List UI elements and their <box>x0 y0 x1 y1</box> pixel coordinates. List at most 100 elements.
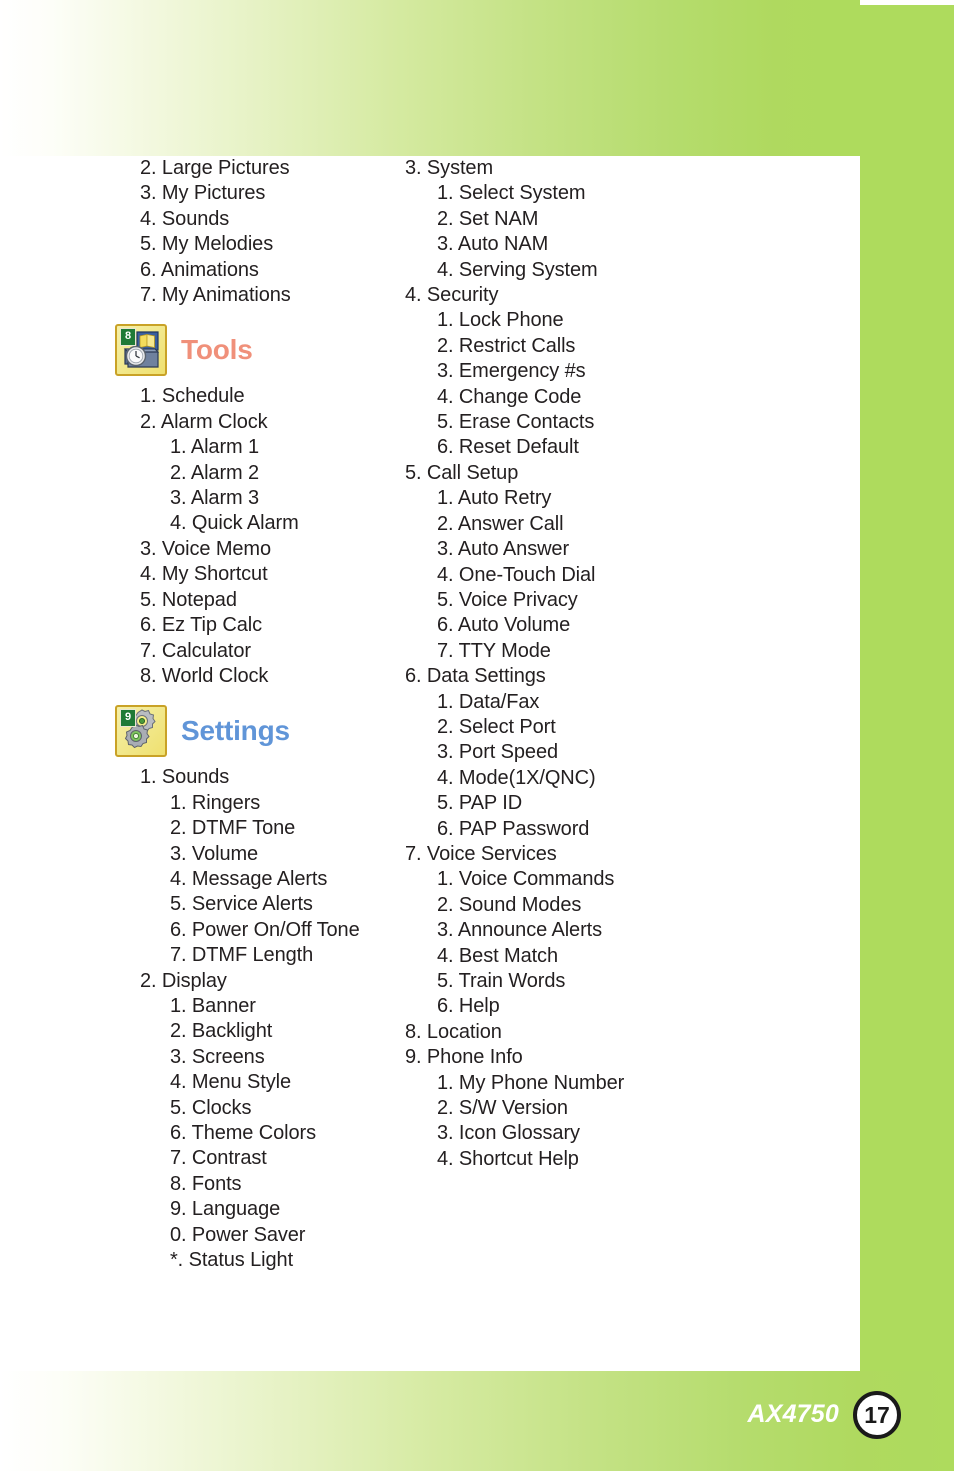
menu-item: 4. One-Touch Dial <box>437 563 596 586</box>
settings-menu-list-continued: 3. System 1. Select System 2. Set NAM 3. Au… <box>405 156 795 1172</box>
menu-item: 2. Alarm Clock <box>140 410 268 433</box>
menu-item: 6. Theme Colors <box>170 1122 316 1144</box>
menu-item: *. Status Light <box>170 1249 294 1272</box>
top-green-band <box>0 0 860 156</box>
menu-item: 5. Erase Contacts <box>437 411 595 434</box>
menu-item: 9. Phone Info <box>405 1046 523 1069</box>
tools-menu-list: 1. Schedule 2. Alarm Clock 1. Alarm 1 2. Al… <box>115 384 395 689</box>
menu-number-badge: 8 <box>120 328 136 347</box>
settings-menu-list: 1. Sounds 1. Ringers 2. DTMF Tone 3. Volume… <box>115 765 395 1273</box>
menu-item: 1. Voice Commands <box>437 868 615 891</box>
menu-item: 6. Power On/Off Tone <box>170 918 360 941</box>
menu-item: 1. Sounds <box>140 766 230 789</box>
section-heading-tools: 8 Tools <box>115 324 395 377</box>
menu-item: 4. Quick Alarm <box>170 512 299 535</box>
menu-item: 2. DTMF Tone <box>170 817 296 840</box>
menu-item: 2. S/W Version <box>437 1097 568 1120</box>
menu-item: 5. PAP ID <box>437 792 523 815</box>
menu-item: 0. Power Saver <box>170 1223 306 1246</box>
menu-item: 5. Train Words <box>437 970 566 992</box>
menu-item: 1. Schedule <box>140 385 245 408</box>
menu-item: 2. Large Pictures <box>140 157 290 179</box>
menu-item: 8. Fonts <box>170 1172 242 1195</box>
menu-item: 5. Service Alerts <box>170 893 313 916</box>
menu-item: 3. Volume <box>170 842 259 865</box>
menu-item: 2. Alarm 2 <box>170 461 260 484</box>
right-column: 3. System 1. Select System 2. Set NAM 3. Au… <box>395 156 795 1273</box>
top-right-green-block <box>820 0 860 156</box>
gears-icon: 9 <box>115 705 167 758</box>
menu-item: 6. Animations <box>140 258 259 281</box>
menu-item: 7. Voice Services <box>405 842 557 865</box>
menu-item: 7. TTY Mode <box>437 639 551 662</box>
menu-item: 1. Data/Fax <box>437 690 540 713</box>
menu-item: 3. Auto NAM <box>437 233 549 256</box>
menu-item: 4. My Shortcut <box>140 563 268 586</box>
menu-item: 5. My Melodies <box>140 233 274 256</box>
right-green-band <box>860 5 954 1391</box>
menu-item: 6. Ez Tip Calc <box>140 614 262 637</box>
menu-item: 1. Alarm 1 <box>170 436 260 459</box>
page-number-badge: 17 <box>853 1391 901 1439</box>
model-name: AX4750 <box>747 1400 839 1428</box>
menu-item: 2. Select Port <box>437 715 556 738</box>
menu-item: 2. Restrict Calls <box>437 334 576 357</box>
menu-item: 1. Select System <box>437 182 586 205</box>
menu-item: 5. Notepad <box>140 588 237 611</box>
menu-item: 1. Banner <box>170 994 256 1017</box>
menu-item: 8. World Clock <box>140 664 269 687</box>
menu-item: 3. Icon Glossary <box>437 1122 580 1145</box>
page-content: 2. Large Pictures 3. My Pictures 4. Sounds… <box>0 156 860 1371</box>
menu-item: 2. Answer Call <box>437 512 564 535</box>
menu-item: 4. Menu Style <box>170 1071 291 1094</box>
menu-item: 2. Set NAM <box>437 207 539 230</box>
menu-item: 3. Port Speed <box>437 741 559 764</box>
menu-item: 5. Voice Privacy <box>437 588 578 611</box>
left-column: 2. Large Pictures 3. My Pictures 4. Sounds… <box>0 156 395 1273</box>
menu-item: 4. Security <box>405 284 499 307</box>
menu-item: 4. Mode(1X/QNC) <box>437 766 596 789</box>
menu-item: 4. Serving System <box>437 258 598 281</box>
menu-number-badge: 9 <box>120 709 136 728</box>
menu-item: 7. My Animations <box>140 284 291 307</box>
menu-item: 2. Display <box>140 969 227 992</box>
menu-item: 7. Contrast <box>170 1147 267 1170</box>
menu-item: 6. PAP Password <box>437 817 590 840</box>
menu-item: 4. Best Match <box>437 944 558 967</box>
menu-item: 3. My Pictures <box>140 182 266 205</box>
menu-item: 5. Clocks <box>170 1096 252 1119</box>
menu-item: 1. Auto Retry <box>437 487 552 510</box>
menu-item: 1. Lock Phone <box>437 309 564 332</box>
menu-item: 6. Reset Default <box>437 436 579 459</box>
menu-item: 3. Alarm 3 <box>170 487 260 510</box>
continued-menu-list: 2. Large Pictures 3. My Pictures 4. Sounds… <box>115 156 395 308</box>
page-footer: AX4750 17 <box>0 1371 954 1471</box>
menu-item: 3. Voice Memo <box>140 537 271 560</box>
menu-item: 1. My Phone Number <box>437 1071 625 1094</box>
menu-item: 4. Sounds <box>140 207 230 230</box>
menu-item: 1. Ringers <box>170 791 261 814</box>
menu-item: 3. Screens <box>170 1045 265 1068</box>
menu-item: 2. Sound Modes <box>437 893 582 916</box>
menu-item: 6. Data Settings <box>405 665 546 688</box>
menu-item: 5. Call Setup <box>405 461 519 484</box>
menu-item: 3. Announce Alerts <box>437 919 602 942</box>
section-title-tools: Tools <box>181 334 253 366</box>
menu-item: 3. Auto Answer <box>437 538 570 561</box>
manual-page: 2. Large Pictures 3. My Pictures 4. Sounds… <box>0 0 954 1471</box>
menu-item: 4. Message Alerts <box>170 867 328 890</box>
menu-item: 7. Calculator <box>140 639 251 662</box>
menu-item: 4. Change Code <box>437 385 582 408</box>
section-heading-settings: 9 Settings <box>115 705 395 758</box>
menu-item: 3. Emergency #s <box>437 360 586 383</box>
menu-item: 7. DTMF Length <box>170 944 314 967</box>
toolbox-icon: 8 <box>115 324 167 377</box>
menu-item: 9. Language <box>170 1198 281 1221</box>
menu-item: 8. Location <box>405 1020 502 1043</box>
menu-item: 4. Shortcut Help <box>437 1147 579 1170</box>
menu-item: 6. Auto Volume <box>437 614 571 637</box>
two-column-layout: 2. Large Pictures 3. My Pictures 4. Sounds… <box>0 156 860 1273</box>
menu-item: 2. Backlight <box>170 1020 273 1043</box>
menu-item: 6. Help <box>437 995 500 1018</box>
menu-item: 3. System <box>405 157 494 179</box>
